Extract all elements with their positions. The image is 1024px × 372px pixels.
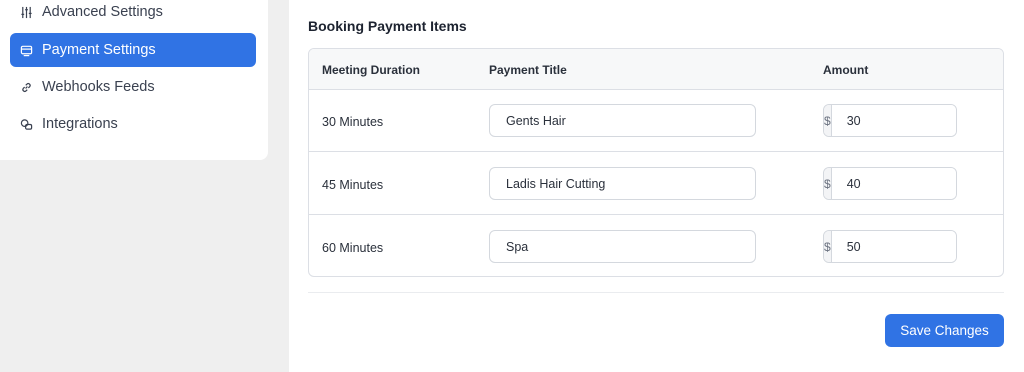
meeting-duration: 60 Minutes	[322, 241, 384, 255]
sliders-icon	[19, 5, 33, 19]
payment-title-input[interactable]	[489, 167, 756, 200]
table-header: Meeting Duration Payment Title Amount	[309, 49, 1003, 90]
amount-field: $	[823, 167, 957, 200]
integrations-icon	[19, 117, 33, 131]
column-header-amount: Amount	[823, 63, 869, 77]
currency-prefix: $	[824, 231, 832, 262]
sidebar-item-advanced-settings[interactable]: Advanced Settings	[10, 0, 256, 29]
amount-input[interactable]	[831, 105, 956, 136]
payment-title-input[interactable]	[489, 230, 756, 263]
sidebar-item-integrations[interactable]: Integrations	[10, 107, 256, 141]
meeting-duration: 30 Minutes	[322, 115, 384, 129]
main-panel: Booking Payment Items Meeting Duration P…	[289, 0, 1024, 372]
column-header-title: Payment Title	[489, 63, 567, 77]
payment-items-table: Meeting Duration Payment Title Amount 30…	[308, 48, 1004, 277]
link-icon	[19, 80, 33, 94]
meeting-duration: 45 Minutes	[322, 178, 384, 192]
amount-input[interactable]	[831, 231, 956, 262]
sidebar: Advanced Settings Payment Settings Webho…	[0, 0, 268, 160]
sidebar-item-label: Advanced Settings	[42, 4, 163, 20]
column-header-duration: Meeting Duration	[322, 63, 420, 77]
table-row: 60 Minutes $	[309, 216, 1003, 276]
divider	[308, 292, 1004, 293]
payment-title-input[interactable]	[489, 104, 756, 137]
currency-prefix: $	[824, 105, 832, 136]
sidebar-item-payment-settings[interactable]: Payment Settings	[10, 33, 256, 67]
currency-prefix: $	[824, 168, 832, 199]
save-changes-button[interactable]: Save Changes	[885, 314, 1004, 347]
payment-icon	[19, 43, 33, 57]
sidebar-item-label: Integrations	[42, 116, 118, 132]
sidebar-item-label: Webhooks Feeds	[42, 79, 155, 95]
section-title: Booking Payment Items	[308, 18, 467, 34]
amount-field: $	[823, 104, 957, 137]
amount-input[interactable]	[831, 168, 956, 199]
table-row: 30 Minutes $	[309, 90, 1003, 152]
table-row: 45 Minutes $	[309, 153, 1003, 215]
amount-field: $	[823, 230, 957, 263]
sidebar-item-webhooks-feeds[interactable]: Webhooks Feeds	[10, 70, 256, 104]
sidebar-item-label: Payment Settings	[42, 42, 156, 58]
